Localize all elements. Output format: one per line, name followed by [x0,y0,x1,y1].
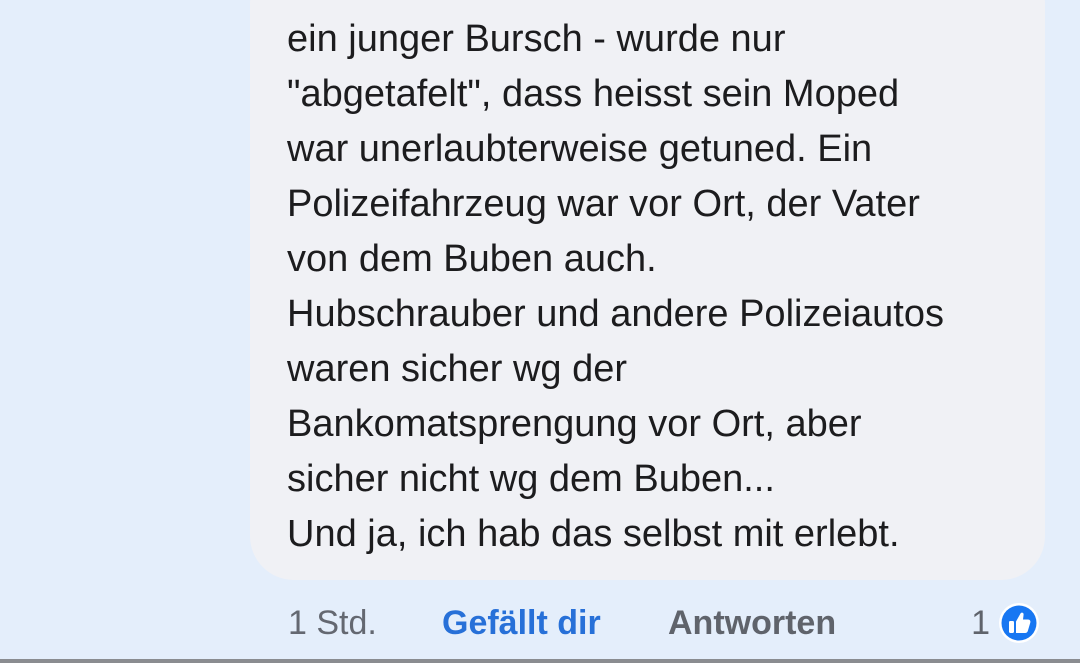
comment-line: Und ja, ich hab das selbst mit erlebt. [287,513,900,555]
comment-timestamp: 1 Std. [288,604,377,642]
comment-actions: 1 Std. Gefällt dir Antworten 1 [288,598,1048,648]
thumbs-up-icon [999,603,1039,643]
comment-line: "abgetafelt", dass heisst sein Moped [287,73,900,115]
comment-bubble: ein junger Bursch - wurde nur "abgetafel… [250,0,1045,580]
comment-line: sicher nicht wg dem Buben... [287,458,775,500]
reaction-summary[interactable]: 1 [971,598,1040,648]
comment-line: Hubschrauber und andere Polizeiautos [287,293,944,335]
bottom-strip [0,663,1080,668]
reaction-count: 1 [971,604,990,642]
comment-line: war unerlaubterweise getuned. Ein [287,128,873,170]
comment-line: Bankomatsprengung vor Ort, aber [287,403,862,445]
comment-text: ein junger Bursch - wurde nur "abgetafel… [287,12,1027,562]
reply-button[interactable]: Antworten [668,598,836,648]
comment-line: waren sicher wg der [287,348,628,390]
comment-line: Polizeifahrzeug war vor Ort, der Vater [287,183,920,225]
comment-line: ein junger Bursch - wurde nur [287,18,786,60]
comment-line: von dem Buben auch. [287,238,657,280]
like-button[interactable]: Gefällt dir [442,598,601,648]
